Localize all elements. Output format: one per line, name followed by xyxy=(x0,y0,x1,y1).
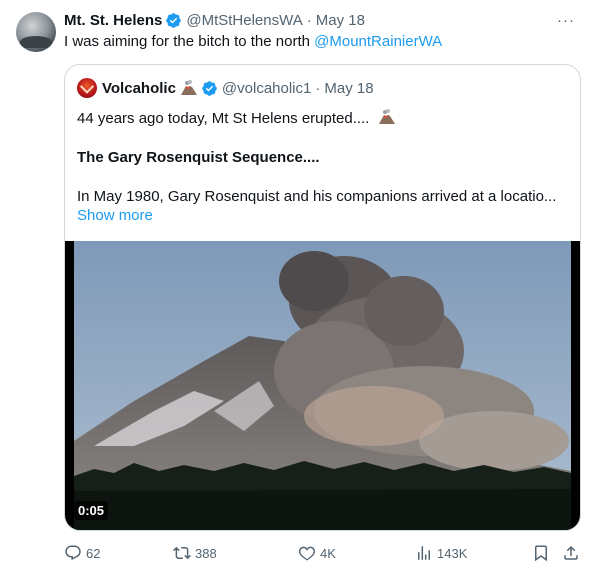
repost-button[interactable]: 388 xyxy=(173,543,217,563)
show-more-link[interactable]: Show more xyxy=(77,207,153,224)
like-icon xyxy=(298,546,316,561)
views-button[interactable]: 143K xyxy=(415,543,467,563)
volcano-emoji-icon-2 xyxy=(378,109,395,124)
quote-author-name[interactable]: Volcaholic xyxy=(102,80,176,97)
action-bar: 62 388 4K 143K xyxy=(64,543,584,563)
tweet-text: I was aiming for the bitch to the north … xyxy=(64,33,442,50)
views-count: 143K xyxy=(437,545,468,561)
reply-count: 62 xyxy=(86,545,101,561)
quote-line-1-text: 44 years ago today, Mt St Helens erupted… xyxy=(77,110,370,127)
video-player[interactable]: 0:05 xyxy=(65,241,580,530)
tweet-date[interactable]: May 18 xyxy=(316,12,365,29)
views-icon xyxy=(418,546,430,560)
quote-body: In May 1980, Gary Rosenquist and his com… xyxy=(77,188,557,205)
quote-line-1: 44 years ago today, Mt St Helens erupted… xyxy=(77,109,396,127)
quoted-tweet[interactable]: Volcaholic @volcaholic1 · May 18 44 year… xyxy=(64,64,581,531)
quote-date[interactable]: May 18 xyxy=(324,80,373,97)
separator-dot: · xyxy=(306,11,312,29)
mention-link[interactable]: @MountRainierWA xyxy=(314,33,442,50)
author-handle[interactable]: @MtStHelensWA xyxy=(186,12,302,29)
author-avatar[interactable] xyxy=(16,12,56,52)
reply-icon xyxy=(65,545,81,561)
quote-title: The Gary Rosenquist Sequence.... xyxy=(77,149,320,166)
video-duration-badge: 0:05 xyxy=(74,501,109,520)
more-icon[interactable]: ··· xyxy=(556,10,576,30)
quote-author-handle[interactable]: @volcaholic1 xyxy=(222,80,311,97)
bookmark-icon xyxy=(535,545,547,562)
quote-separator-dot: · xyxy=(315,79,321,97)
eruption-video-frame xyxy=(74,241,571,530)
quote-verified-badge-icon xyxy=(202,80,217,96)
like-count: 4K xyxy=(320,545,336,561)
tweet-header: Mt. St. Helens @MtStHelensWA · May 18 ··… xyxy=(64,10,576,30)
share-button[interactable] xyxy=(562,543,580,563)
share-icon xyxy=(564,545,578,560)
quote-header: Volcaholic @volcaholic1 · May 18 xyxy=(77,78,374,98)
bookmark-button[interactable] xyxy=(532,543,550,563)
like-button[interactable]: 4K xyxy=(298,543,336,563)
verified-badge-icon xyxy=(166,12,182,28)
reply-button[interactable]: 62 xyxy=(64,543,100,563)
author-name[interactable]: Mt. St. Helens xyxy=(64,12,162,29)
tweet-text-plain: I was aiming for the bitch to the north xyxy=(64,33,315,50)
repost-icon xyxy=(173,546,191,560)
volcano-emoji-icon xyxy=(180,80,197,95)
repost-count: 388 xyxy=(195,545,217,561)
quote-author-avatar[interactable] xyxy=(77,78,97,98)
